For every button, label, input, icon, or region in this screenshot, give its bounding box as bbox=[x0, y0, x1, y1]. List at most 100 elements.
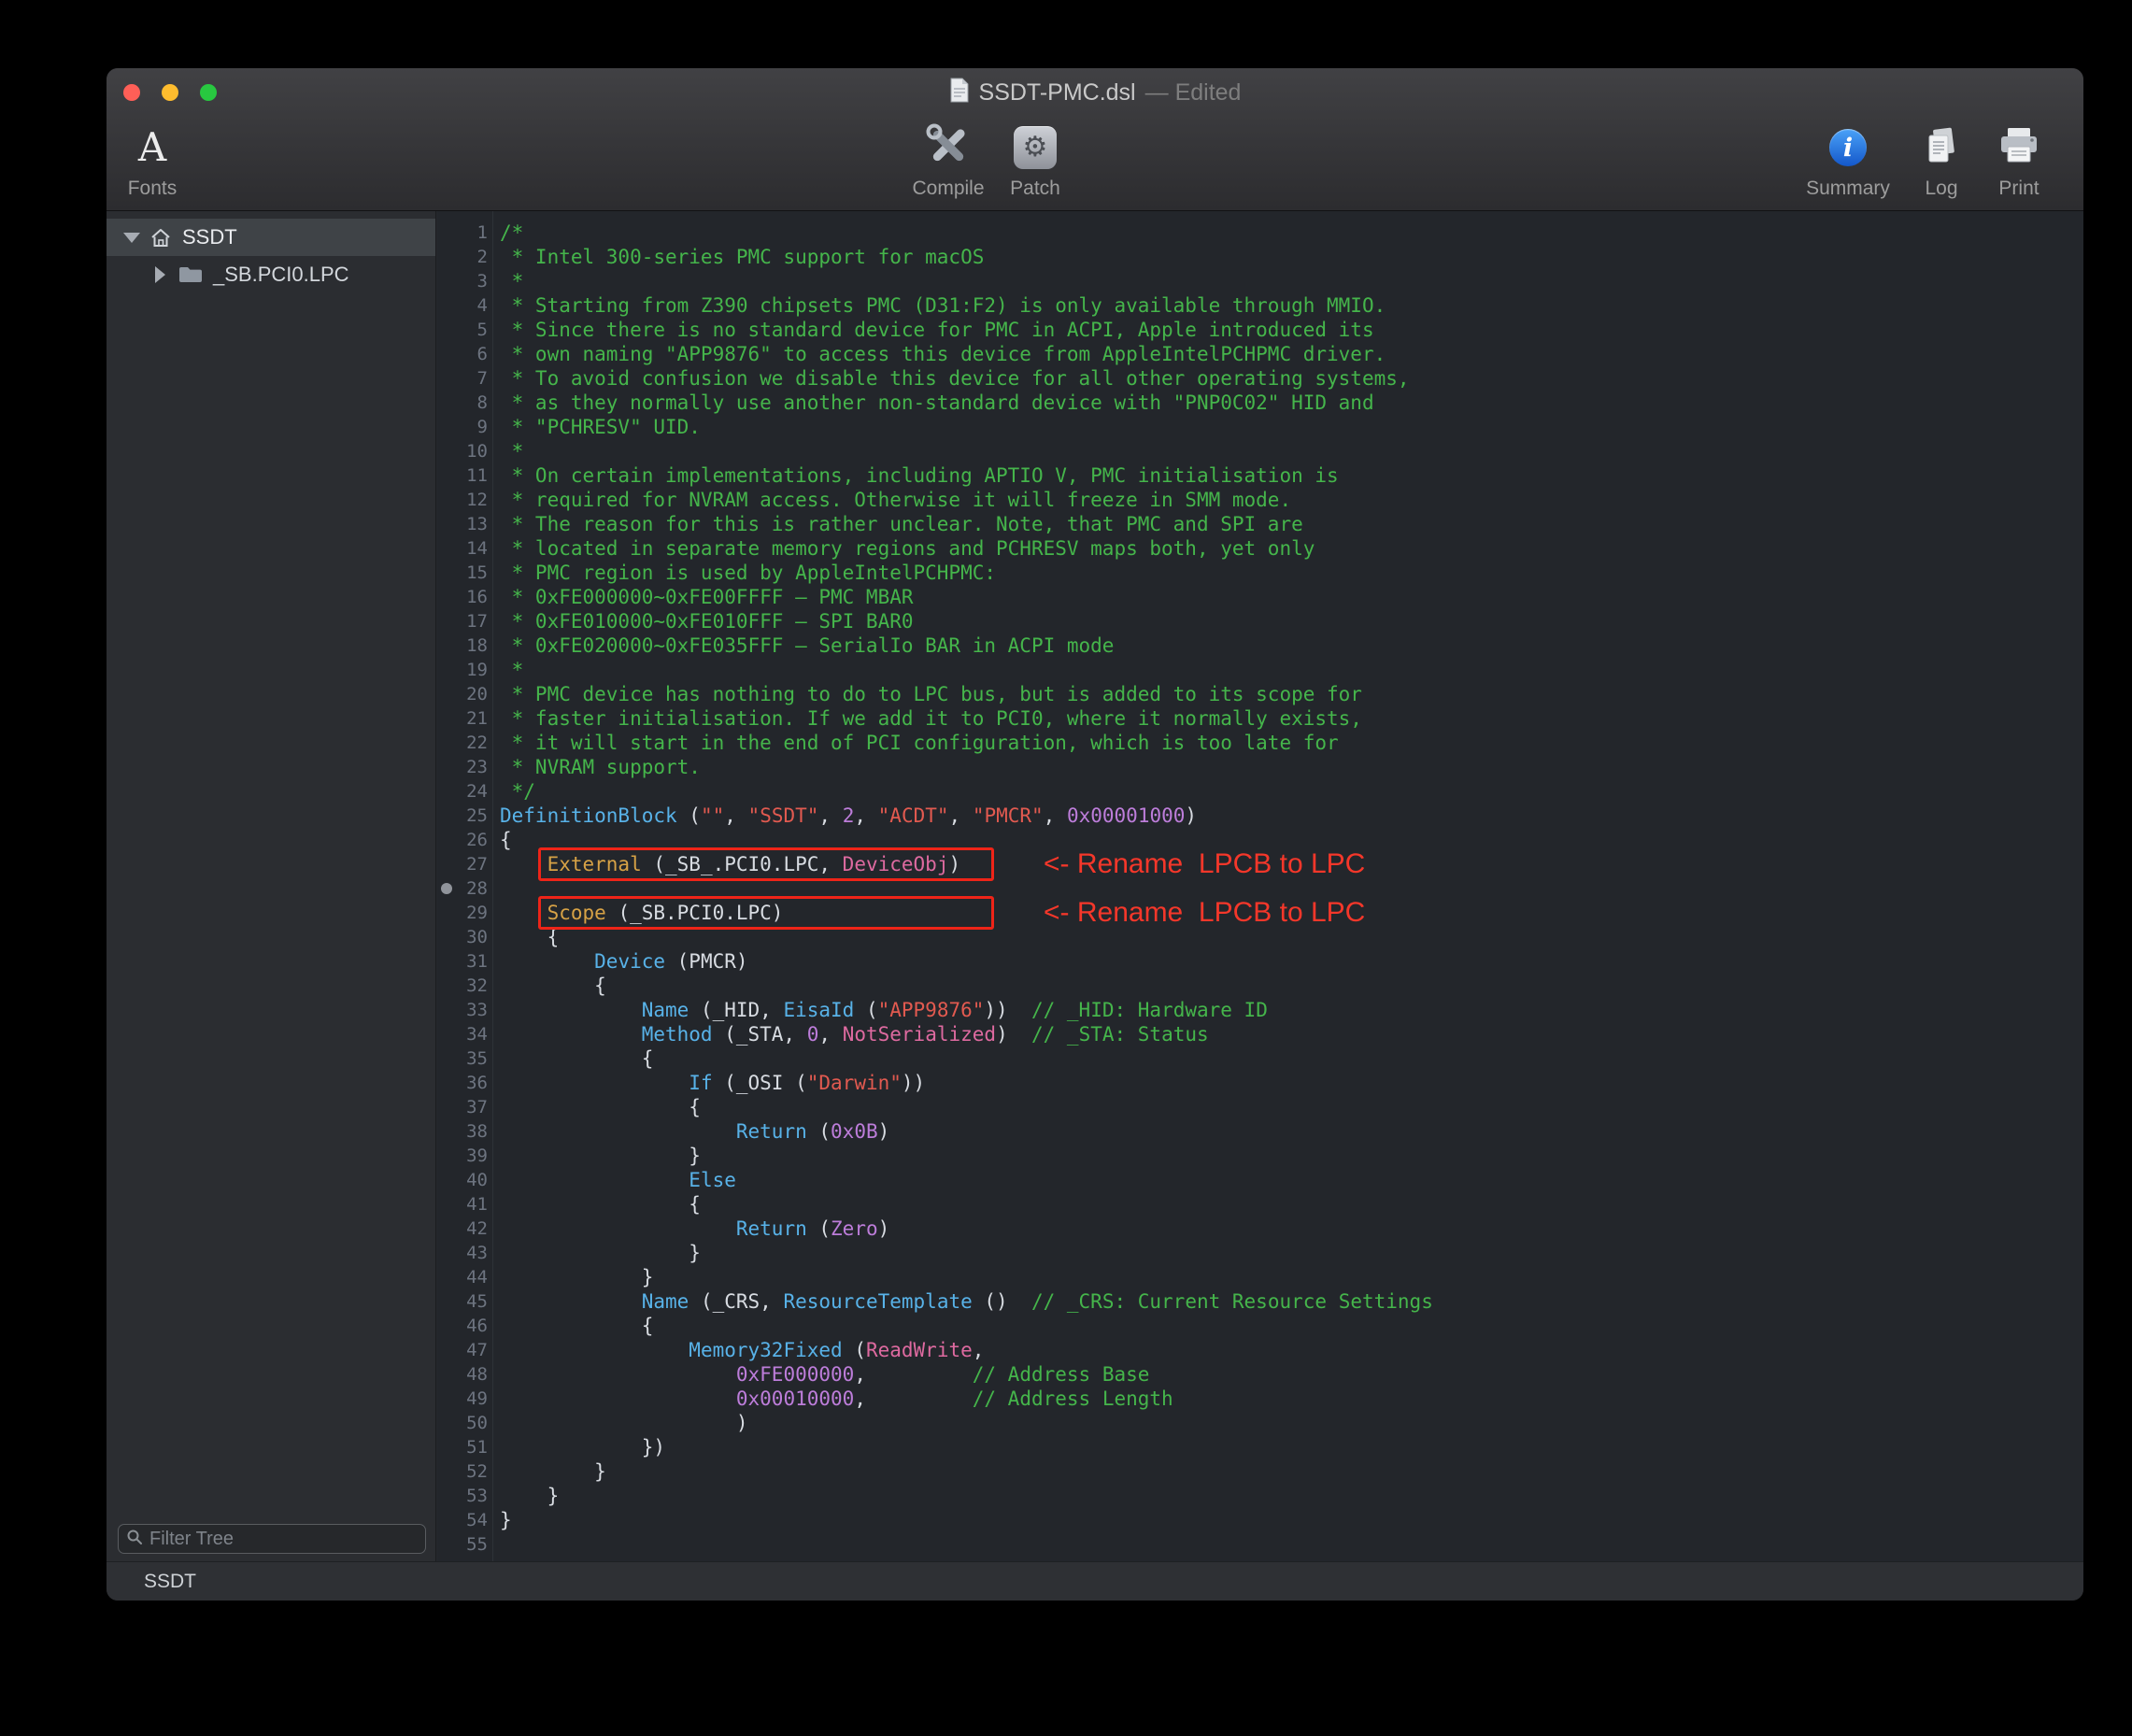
edited-status: — Edited bbox=[1145, 79, 1242, 107]
patch-gear-icon: ⚙ bbox=[1014, 126, 1057, 169]
line-number: 3 bbox=[437, 269, 492, 293]
print-button[interactable]: Print bbox=[1963, 120, 2075, 200]
line-number: 14 bbox=[437, 536, 492, 561]
code-line[interactable]: { bbox=[500, 974, 2083, 998]
editor: 1234567891011121314151617181920212223242… bbox=[437, 211, 2083, 1561]
code-line[interactable]: Memory32Fixed (ReadWrite, bbox=[500, 1338, 2083, 1362]
line-number: 49 bbox=[437, 1387, 492, 1411]
code-line[interactable]: * 0xFE000000~0xFE00FFFF — PMC MBAR bbox=[500, 585, 2083, 609]
line-number: 22 bbox=[437, 731, 492, 755]
code-line[interactable]: * bbox=[500, 269, 2083, 293]
code-line[interactable]: * Since there is no standard device for … bbox=[500, 318, 2083, 342]
code-line[interactable]: * faster initialisation. If we add it to… bbox=[500, 706, 2083, 731]
code-line[interactable]: { bbox=[500, 1192, 2083, 1217]
line-number: 23 bbox=[437, 755, 492, 779]
code-line[interactable]: * 0xFE010000~0xFE010FFF — SPI BAR0 bbox=[500, 609, 2083, 633]
code-line[interactable]: * it will start in the end of PCI config… bbox=[500, 731, 2083, 755]
line-number: 5 bbox=[437, 318, 492, 342]
code-line[interactable]: { bbox=[500, 1095, 2083, 1119]
code-line[interactable]: Else bbox=[500, 1168, 2083, 1192]
code-line[interactable]: * bbox=[500, 439, 2083, 463]
line-number: 40 bbox=[437, 1168, 492, 1192]
line-number: 31 bbox=[437, 949, 492, 974]
line-number: 20 bbox=[437, 682, 492, 706]
line-number: 27 bbox=[437, 852, 492, 876]
code-line[interactable]: 0xFE000000, // Address Base bbox=[500, 1362, 2083, 1387]
sidebar-item-lpc[interactable]: _SB.PCI0.LPC bbox=[107, 256, 435, 293]
line-number: 36 bbox=[437, 1071, 492, 1095]
code-line[interactable]: * Starting from Z390 chipsets PMC (D31:F… bbox=[500, 293, 2083, 318]
code-line[interactable]: * as they normally use another non-stand… bbox=[500, 391, 2083, 415]
code-line[interactable]: * located in separate memory regions and… bbox=[500, 536, 2083, 561]
sidebar-item-ssdt[interactable]: SSDT bbox=[107, 219, 435, 256]
line-number: 12 bbox=[437, 488, 492, 512]
fonts-button[interactable]: A Fonts bbox=[107, 120, 198, 200]
code-line[interactable]: } bbox=[500, 1459, 2083, 1484]
code-line[interactable]: 0x00010000, // Address Length bbox=[500, 1387, 2083, 1411]
code-line[interactable]: * To avoid confusion we disable this dev… bbox=[500, 366, 2083, 391]
code-line[interactable]: * PMC region is used by AppleIntelPCHPMC… bbox=[500, 561, 2083, 585]
line-number: 24 bbox=[437, 779, 492, 804]
code-line[interactable]: Device (PMCR) bbox=[500, 949, 2083, 974]
code-line[interactable]: } bbox=[500, 1265, 2083, 1289]
line-number: 7 bbox=[437, 366, 492, 391]
line-number: 54 bbox=[437, 1508, 492, 1532]
line-number: 10 bbox=[437, 439, 492, 463]
compile-label: Compile bbox=[912, 178, 984, 200]
disclosure-triangle-right-icon[interactable] bbox=[155, 266, 165, 283]
code-line[interactable]: ) bbox=[500, 1411, 2083, 1435]
patch-button[interactable]: ⚙ Patch bbox=[979, 120, 1091, 200]
line-number: 50 bbox=[437, 1411, 492, 1435]
code-line[interactable]: * "PCHRESV" UID. bbox=[500, 415, 2083, 439]
line-number: 33 bbox=[437, 998, 492, 1022]
code-line[interactable]: { bbox=[500, 1046, 2083, 1071]
sidebar-item-label: _SB.PCI0.LPC bbox=[213, 263, 349, 287]
line-number: 26 bbox=[437, 828, 492, 852]
code-line[interactable]: }) bbox=[500, 1435, 2083, 1459]
code-line[interactable]: */ bbox=[500, 779, 2083, 804]
code-line[interactable]: Name (_CRS, ResourceTemplate () // _CRS:… bbox=[500, 1289, 2083, 1314]
code-line[interactable]: { bbox=[500, 1314, 2083, 1338]
window-title-row: SSDT-PMC.dsl — Edited bbox=[107, 68, 2083, 117]
code-line[interactable]: * 0xFE020000~0xFE035FFF — SerialIo BAR i… bbox=[500, 633, 2083, 658]
code-line[interactable]: Name (_HID, EisaId ("APP9876")) // _HID:… bbox=[500, 998, 2083, 1022]
log-pages-icon bbox=[1921, 125, 1962, 171]
line-number: 53 bbox=[437, 1484, 492, 1508]
code-line[interactable]: } bbox=[500, 1241, 2083, 1265]
code-line[interactable]: * Intel 300-series PMC support for macOS bbox=[500, 245, 2083, 269]
code-line[interactable] bbox=[500, 1532, 2083, 1557]
line-number: 1 bbox=[437, 221, 492, 245]
document-icon bbox=[949, 78, 970, 107]
code-line[interactable]: * PMC device has nothing to do to LPC bu… bbox=[500, 682, 2083, 706]
code-line[interactable]: * NVRAM support. bbox=[500, 755, 2083, 779]
line-number: 47 bbox=[437, 1338, 492, 1362]
line-number: 46 bbox=[437, 1314, 492, 1338]
code-line[interactable]: Method (_STA, 0, NotSerialized) // _STA:… bbox=[500, 1022, 2083, 1046]
line-number: 9 bbox=[437, 415, 492, 439]
titlebar-toolbar: SSDT-PMC.dsl — Edited A Fonts Compile bbox=[107, 68, 2083, 211]
line-number: 39 bbox=[437, 1144, 492, 1168]
line-number: 34 bbox=[437, 1022, 492, 1046]
fonts-icon: A bbox=[138, 128, 166, 167]
line-number: 38 bbox=[437, 1119, 492, 1144]
filter-tree-input[interactable] bbox=[149, 1529, 418, 1550]
disclosure-triangle-down-icon[interactable] bbox=[123, 233, 140, 243]
code-line[interactable]: * own naming "APP9876" to access this de… bbox=[500, 342, 2083, 366]
code-line[interactable]: If (_OSI ("Darwin")) bbox=[500, 1071, 2083, 1095]
code-line[interactable]: * bbox=[500, 658, 2083, 682]
line-number: 8 bbox=[437, 391, 492, 415]
code-line[interactable]: * On certain implementations, including … bbox=[500, 463, 2083, 488]
line-number: 45 bbox=[437, 1289, 492, 1314]
code-line[interactable]: * The reason for this is rather unclear.… bbox=[500, 512, 2083, 536]
code-line[interactable]: /* bbox=[500, 221, 2083, 245]
code-line[interactable]: Return (Zero) bbox=[500, 1217, 2083, 1241]
code-line[interactable]: Return (0x0B) bbox=[500, 1119, 2083, 1144]
code-line[interactable]: } bbox=[500, 1144, 2083, 1168]
code-line[interactable]: DefinitionBlock ("", "SSDT", 2, "ACDT", … bbox=[500, 804, 2083, 828]
code-line[interactable]: } bbox=[500, 1508, 2083, 1532]
sidebar: SSDT _SB.PCI0.LPC bbox=[107, 211, 436, 1561]
code-line[interactable]: * required for NVRAM access. Otherwise i… bbox=[500, 488, 2083, 512]
code-line[interactable]: } bbox=[500, 1484, 2083, 1508]
line-number: 17 bbox=[437, 609, 492, 633]
code-area[interactable]: /* * Intel 300-series PMC support for ma… bbox=[493, 211, 2083, 1557]
